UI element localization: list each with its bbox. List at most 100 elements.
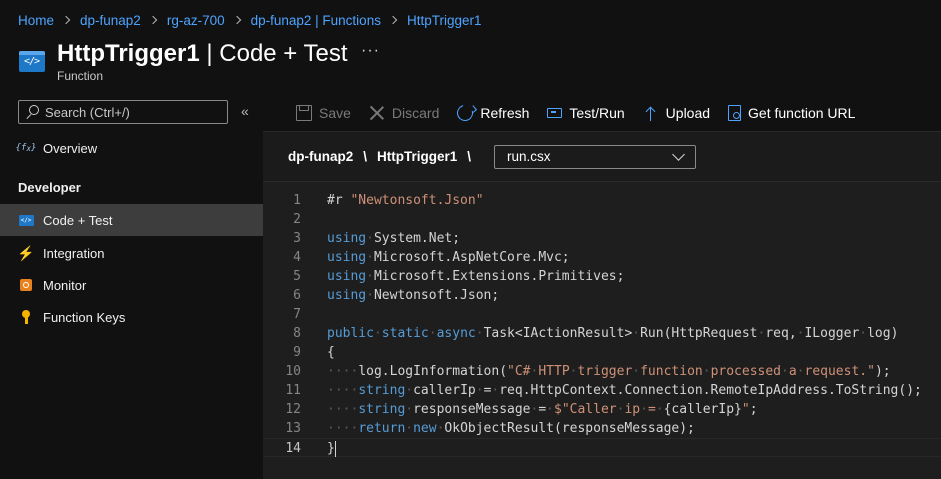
function-overview-icon: {f x} xyxy=(15,143,37,153)
code-line[interactable]: 2 xyxy=(263,210,941,229)
code-text: } xyxy=(327,440,336,457)
code-line[interactable]: 1 #r "Newtonsoft.Json" xyxy=(263,191,941,210)
page-title-section: | Code + Test xyxy=(199,40,348,67)
code-line[interactable]: 14} xyxy=(263,438,941,457)
code-text: { xyxy=(327,345,335,360)
collapse-sidebar-button[interactable]: « xyxy=(241,103,249,119)
sidebar-item-monitor[interactable]: Monitor xyxy=(0,269,263,301)
code-line[interactable]: 13 ····return·new·OkObjectResult(response… xyxy=(263,419,941,438)
command-bar: Save Discard Refresh Test/Run Upload Get… xyxy=(263,94,941,132)
line-number: 13 xyxy=(285,421,301,436)
refresh-icon xyxy=(454,101,477,124)
sidebar-item-overview[interactable]: {f x} Overview xyxy=(0,132,263,164)
code-line[interactable]: 4 using·Microsoft.AspNetCore.Mvc; xyxy=(263,248,941,267)
line-number: 5 xyxy=(293,269,301,284)
line-number: 6 xyxy=(293,288,301,303)
breadcrumb-functions[interactable]: dp-funap2 | Functions xyxy=(251,13,381,28)
code-line[interactable]: 10 ····log.LogInformation("C#·HTTP·trigge… xyxy=(263,362,941,381)
chevron-down-icon xyxy=(672,147,685,161)
upload-label: Upload xyxy=(665,104,711,121)
line-number: 8 xyxy=(293,326,301,341)
sidebar-item-function-keys[interactable]: Function Keys xyxy=(0,301,263,333)
more-options-button[interactable]: ··· xyxy=(361,42,380,60)
key-icon xyxy=(18,309,34,325)
chevron-right-icon xyxy=(63,10,71,30)
function-icon: </> xyxy=(19,51,45,72)
code-text: using·Microsoft.AspNetCore.Mvc; xyxy=(327,250,570,265)
refresh-label: Refresh xyxy=(480,104,530,121)
chevron-right-icon xyxy=(390,10,398,30)
code-text: using·Microsoft.Extensions.Primitives; xyxy=(327,269,625,284)
get-function-url-label: Get function URL xyxy=(748,104,856,121)
line-number: 14 xyxy=(285,441,301,456)
path-app-name: dp-funap2 xyxy=(288,149,354,164)
lightning-icon: ⚡ xyxy=(17,244,35,261)
file-select-dropdown[interactable]: run.csx xyxy=(494,144,697,169)
code-line[interactable]: 7 xyxy=(263,305,941,324)
link-document-icon xyxy=(728,104,742,121)
path-separator: \ xyxy=(467,149,472,164)
breadcrumb-resource-group[interactable]: rg-az-700 xyxy=(167,13,225,28)
line-number: 10 xyxy=(285,364,301,379)
breadcrumb-function[interactable]: HttpTrigger1 xyxy=(407,13,482,28)
file-select-value: run.csx xyxy=(507,149,551,164)
test-run-label: Test/Run xyxy=(569,104,625,121)
code-text: using·System.Net; xyxy=(327,231,461,246)
line-number: 9 xyxy=(293,345,301,360)
line-number: 12 xyxy=(285,402,301,417)
code-line[interactable]: 6 using·Newtonsoft.Json; xyxy=(263,286,941,305)
sidebar-section-developer: Developer xyxy=(18,180,81,195)
page-subtitle: Function xyxy=(57,69,104,83)
line-number: 7 xyxy=(293,307,301,322)
chevron-right-icon xyxy=(234,10,242,30)
sidebar-item-label: Integration xyxy=(43,245,105,261)
breadcrumb-home[interactable]: Home xyxy=(18,13,54,28)
code-line[interactable]: 9{ xyxy=(263,343,941,362)
test-run-icon xyxy=(547,108,563,118)
path-function-name: HttpTrigger1 xyxy=(377,149,458,164)
discard-label: Discard xyxy=(391,104,440,121)
search-input[interactable] xyxy=(45,104,225,120)
refresh-button[interactable]: Refresh xyxy=(454,101,530,124)
code-line[interactable]: 8 public·static·async·Task<IActionResult>… xyxy=(263,324,941,343)
code-text: ····return·new·OkObjectResult(responseMe… xyxy=(327,421,695,436)
search-icon xyxy=(25,105,39,119)
sidebar-item-label: Overview xyxy=(43,140,98,156)
line-number: 1 xyxy=(293,193,301,208)
monitor-icon xyxy=(18,277,34,293)
code-text: public·static·async·Task<IActionResult>·… xyxy=(327,326,899,341)
sidebar-item-integration[interactable]: ⚡ Integration xyxy=(0,237,263,269)
upload-button[interactable]: Upload xyxy=(643,105,710,121)
sidebar-item-label: Function Keys xyxy=(43,309,126,325)
code-text: ····string·callerIp·=·req.HttpContext.Co… xyxy=(327,383,922,398)
breadcrumb-function-app[interactable]: dp-funap2 xyxy=(80,13,141,28)
code-line[interactable]: 3 using·System.Net; xyxy=(263,229,941,248)
sidebar-item-code-test[interactable]: </> Code + Test xyxy=(0,204,263,236)
line-number: 4 xyxy=(293,250,301,265)
breadcrumb: Home dp-funap2 rg-az-700 dp-funap2 | Fun… xyxy=(18,10,481,30)
path-separator: \ xyxy=(363,149,368,164)
line-number: 2 xyxy=(293,212,301,227)
code-icon: </> xyxy=(18,212,34,228)
chevron-right-icon xyxy=(150,10,158,30)
page-title-name: HttpTrigger1 xyxy=(57,40,200,67)
line-number: 11 xyxy=(285,383,301,398)
save-icon xyxy=(296,104,312,121)
code-text: ····log.LogInformation("C#·HTTP·trigger·… xyxy=(327,364,891,379)
close-icon xyxy=(369,105,385,121)
save-button[interactable]: Save xyxy=(296,104,351,121)
code-text: #r "Newtonsoft.Json" xyxy=(327,193,484,208)
test-run-button[interactable]: Test/Run xyxy=(547,104,625,121)
code-line[interactable]: 11 ····string·callerIp·=·req.HttpContext.… xyxy=(263,381,941,400)
line-number: 3 xyxy=(293,231,301,246)
code-text: using·Newtonsoft.Json; xyxy=(327,288,500,303)
search-box[interactable] xyxy=(18,100,228,124)
code-editor[interactable]: 1 #r "Newtonsoft.Json" 2 3 using·System.Net;… xyxy=(263,182,941,479)
sidebar-item-label: Code + Test xyxy=(43,212,113,228)
code-line[interactable]: 5 using·Microsoft.Extensions.Primitives; xyxy=(263,267,941,286)
code-line[interactable]: 12 ····string·responseMessage·=·$"Caller·… xyxy=(263,400,941,419)
text-cursor xyxy=(334,440,336,457)
get-function-url-button[interactable]: Get function URL xyxy=(728,104,856,121)
discard-button[interactable]: Discard xyxy=(369,105,439,121)
upload-icon xyxy=(643,105,659,121)
